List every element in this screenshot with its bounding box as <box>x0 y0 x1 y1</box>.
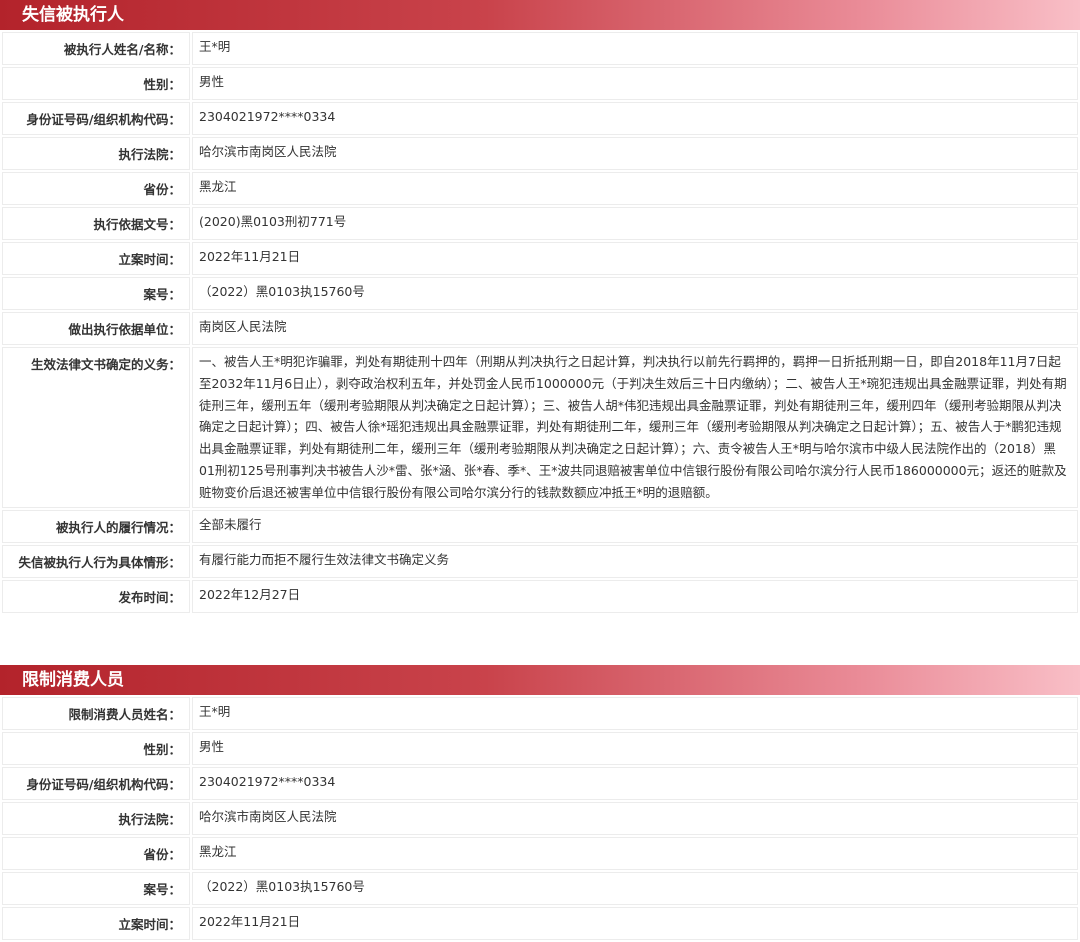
table-row: 省份： 黑龙江 <box>2 172 1078 205</box>
field-label: 执行法院： <box>2 801 190 835</box>
field-value: 黑龙江 <box>192 172 1078 205</box>
table-row: 性别： 男性 <box>2 67 1078 100</box>
field-label: 身份证号码/组织机构代码： <box>2 102 190 135</box>
table-row: 身份证号码/组织机构代码： 2304021972****0334 <box>2 102 1078 135</box>
field-value: （2022）黑0103执15760号 <box>192 277 1078 310</box>
field-value: （2022）黑0103执15760号 <box>192 871 1078 905</box>
field-value: 哈尔滨市南岗区人民法院 <box>192 137 1078 170</box>
dishonest-debtor-section: 失信被执行人 被执行人姓名/名称： 王*明 性别： 男性 身份证号码/组织机构代码： 23… <box>0 0 1080 615</box>
field-value: 王*明 <box>192 696 1078 730</box>
table-row: 立案时间： 2022年11月21日 <box>2 242 1078 275</box>
field-label: 被执行人的履行情况： <box>2 509 190 543</box>
field-value: 南岗区人民法院 <box>192 312 1078 345</box>
field-label: 发布时间： <box>2 579 190 613</box>
field-label: 失信被执行人行为具体情形： <box>2 544 190 578</box>
field-value: 黑龙江 <box>192 836 1078 870</box>
field-label: 执行法院： <box>2 137 190 170</box>
field-label: 被执行人姓名/名称： <box>2 32 190 65</box>
field-value: 一、被告人王*明犯诈骗罪，判处有期徒刑十四年（刑期从判决执行之日起计算，判决执行… <box>192 347 1078 508</box>
table-row: 被执行人的履行情况： 全部未履行 <box>2 509 1078 543</box>
table-row: 省份： 黑龙江 <box>2 836 1078 870</box>
table-row: 生效法律文书确定的义务： 一、被告人王*明犯诈骗罪，判处有期徒刑十四年（刑期从判决… <box>2 347 1078 508</box>
table-row: 立案时间： 2022年11月21日 <box>2 906 1078 940</box>
table-row: 发布时间： 2022年12月27日 <box>2 579 1078 613</box>
field-label: 省份： <box>2 172 190 205</box>
table-row: 身份证号码/组织机构代码： 2304021972****0334 <box>2 766 1078 800</box>
field-label: 执行依据文号： <box>2 207 190 240</box>
table-row: 案号： （2022）黑0103执15760号 <box>2 871 1078 905</box>
field-label: 生效法律文书确定的义务： <box>2 347 190 508</box>
field-value: 2022年11月21日 <box>192 242 1078 275</box>
field-value: 王*明 <box>192 32 1078 65</box>
table-row: 失信被执行人行为具体情形： 有履行能力而拒不履行生效法律文书确定义务 <box>2 544 1078 578</box>
field-value: 2304021972****0334 <box>192 102 1078 135</box>
field-value: 2304021972****0334 <box>192 766 1078 800</box>
table-row: 做出执行依据单位： 南岗区人民法院 <box>2 312 1078 345</box>
field-value: 哈尔滨市南岗区人民法院 <box>192 801 1078 835</box>
consumption-restriction-section: 限制消费人员 限制消费人员姓名： 王*明 性别： 男性 身份证号码/组织机构代码： 230… <box>0 664 1080 942</box>
section-title: 失信被执行人 <box>0 0 1080 30</box>
field-label: 做出执行依据单位： <box>2 312 190 345</box>
table-row: 案号： （2022）黑0103执15760号 <box>2 277 1078 310</box>
table-row: 执行法院： 哈尔滨市南岗区人民法院 <box>2 801 1078 835</box>
field-label: 性别： <box>2 67 190 100</box>
field-value: (2020)黑0103刑初771号 <box>192 207 1078 240</box>
field-value: 2022年12月27日 <box>192 579 1078 613</box>
field-label: 案号： <box>2 277 190 310</box>
table-row: 被执行人姓名/名称： 王*明 <box>2 32 1078 65</box>
field-label: 身份证号码/组织机构代码： <box>2 766 190 800</box>
table-row: 限制消费人员姓名： 王*明 <box>2 696 1078 730</box>
field-label: 立案时间： <box>2 906 190 940</box>
field-value: 男性 <box>192 731 1078 765</box>
field-value: 有履行能力而拒不履行生效法律文书确定义务 <box>192 544 1078 578</box>
field-label: 省份： <box>2 836 190 870</box>
dishonest-debtor-table: 被执行人姓名/名称： 王*明 性别： 男性 身份证号码/组织机构代码： 230402197… <box>0 30 1080 615</box>
table-row: 执行法院： 哈尔滨市南岗区人民法院 <box>2 137 1078 170</box>
field-label: 性别： <box>2 731 190 765</box>
field-value: 全部未履行 <box>192 509 1078 543</box>
section-title: 限制消费人员 <box>0 664 1080 695</box>
field-value: 男性 <box>192 67 1078 100</box>
consumption-restriction-table: 限制消费人员姓名： 王*明 性别： 男性 身份证号码/组织机构代码： 2304021972… <box>0 694 1080 942</box>
field-label: 案号： <box>2 871 190 905</box>
field-label: 立案时间： <box>2 242 190 275</box>
table-row: 执行依据文号： (2020)黑0103刑初771号 <box>2 207 1078 240</box>
field-label: 限制消费人员姓名： <box>2 696 190 730</box>
table-row: 性别： 男性 <box>2 731 1078 765</box>
field-value: 2022年11月21日 <box>192 906 1078 940</box>
